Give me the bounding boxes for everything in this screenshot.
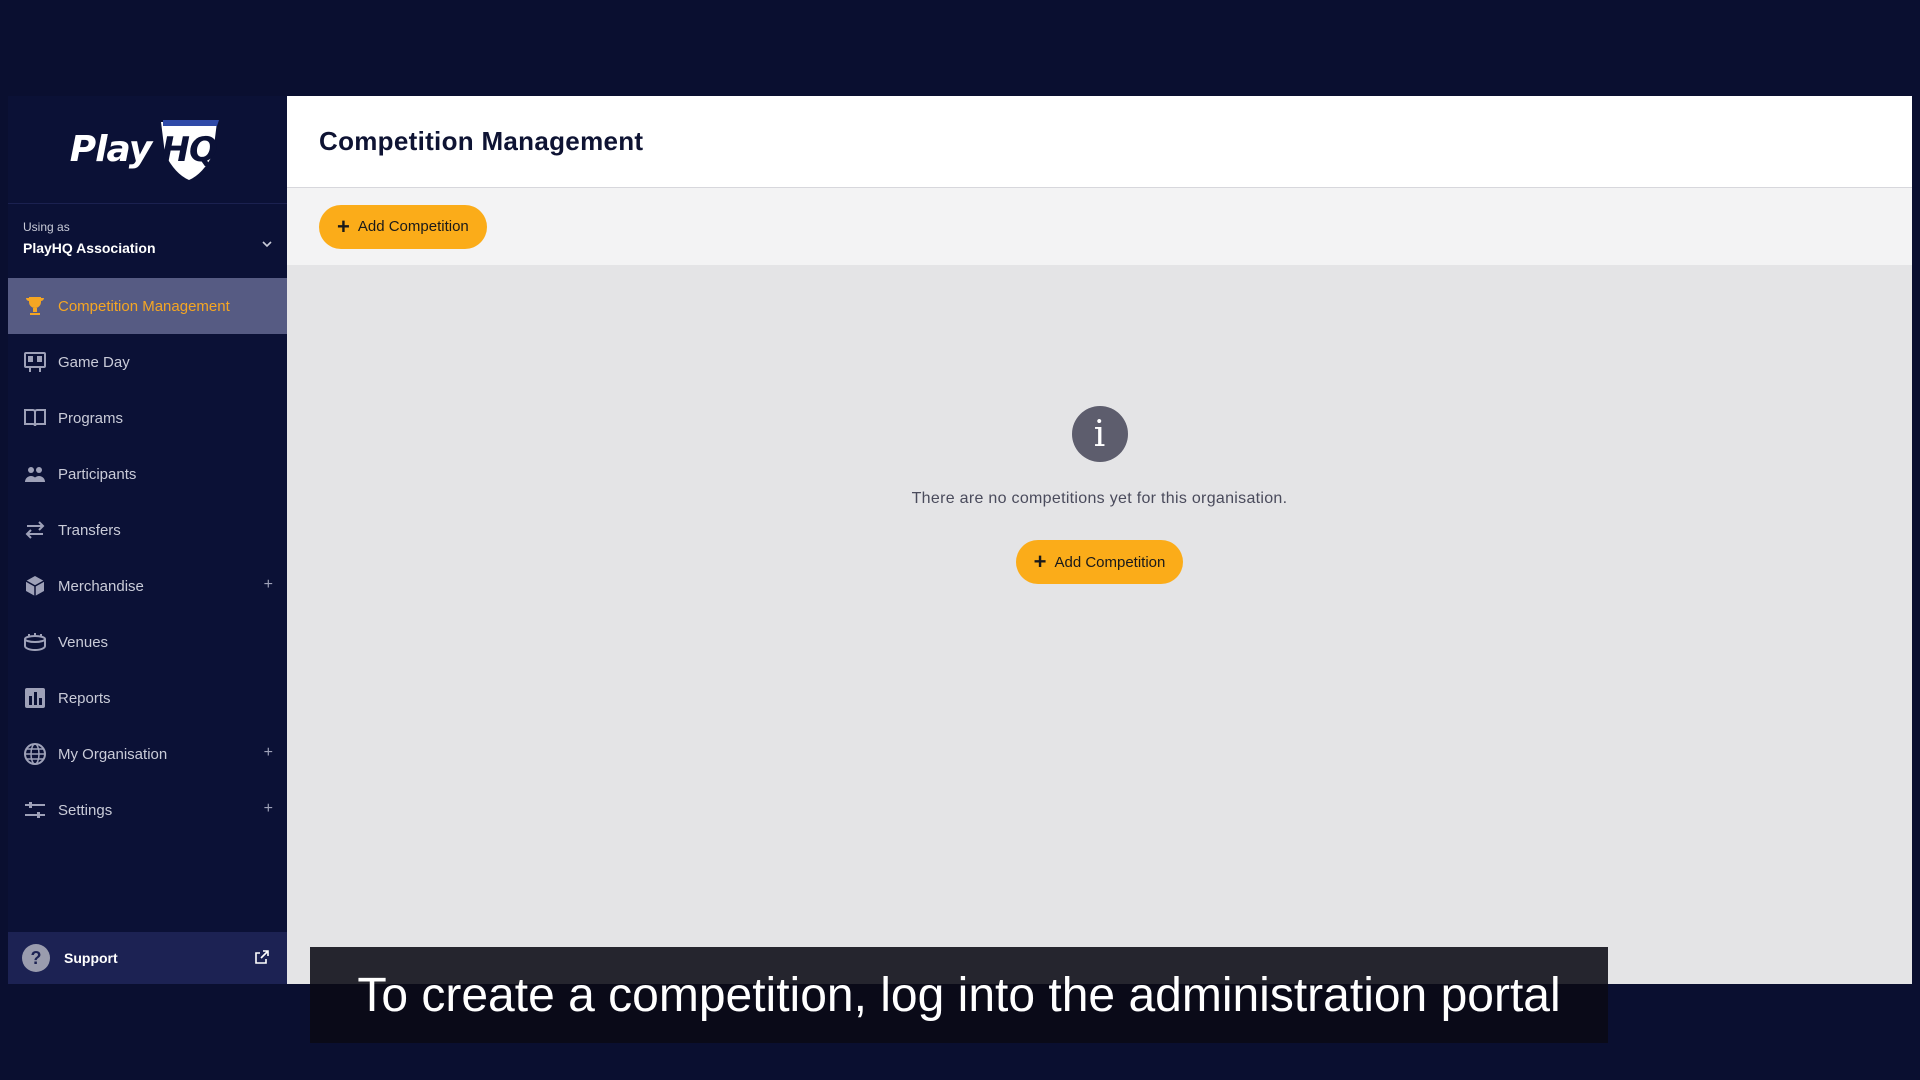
people-icon: [22, 461, 48, 487]
sidebar-item-settings[interactable]: Settings +: [8, 782, 287, 838]
add-competition-label: Add Competition: [357, 218, 469, 235]
add-competition-button[interactable]: + Add Competition: [319, 204, 487, 249]
sidebar-item-participants[interactable]: Participants: [8, 446, 287, 502]
chevron-down-icon: [262, 241, 272, 248]
sidebar-nav: Competition Management Game Day Programs…: [8, 278, 287, 838]
logo-shield-icon: HQ: [153, 118, 225, 182]
sidebar-item-label: Participants: [58, 465, 137, 483]
page-title: Competition Management: [319, 126, 644, 156]
bar-chart-icon: [22, 685, 48, 711]
app-window: Play HQ Using as PlayHQ Association Comp…: [8, 96, 1912, 984]
sidebar-item-label: Reports: [58, 689, 111, 707]
sidebar-item-game-day[interactable]: Game Day: [8, 334, 287, 390]
expand-plus-icon[interactable]: +: [264, 800, 273, 818]
sidebar-item-label: Transfers: [58, 521, 121, 539]
video-caption: To create a competition, log into the ad…: [310, 947, 1608, 1043]
empty-state-message: There are no competitions yet for this o…: [911, 490, 1288, 507]
external-link-icon: [255, 950, 269, 964]
scoreboard-icon: [22, 349, 48, 375]
sidebar-item-label: Settings: [58, 801, 113, 819]
trophy-icon: [22, 293, 48, 319]
sidebar: Play HQ Using as PlayHQ Association Comp…: [8, 96, 287, 984]
sidebar-item-label: Venues: [58, 633, 109, 651]
organisation-switcher[interactable]: Using as PlayHQ Association: [8, 204, 287, 278]
add-competition-label: Add Competition: [1054, 553, 1166, 571]
sidebar-item-label: Competition Management: [58, 297, 230, 315]
sidebar-item-label: My Organisation: [58, 745, 168, 763]
info-icon: i: [1071, 406, 1128, 462]
sidebar-item-reports[interactable]: Reports: [8, 670, 287, 726]
logo-text: Play: [69, 129, 152, 170]
sidebar-item-programs[interactable]: Programs: [8, 390, 287, 446]
sliders-icon: [22, 797, 48, 823]
book-icon: [22, 405, 48, 431]
organisation-name: PlayHQ Association: [23, 240, 156, 256]
transfer-arrows-icon: [22, 517, 48, 543]
sidebar-item-merchandise[interactable]: Merchandise +: [8, 558, 287, 614]
sidebar-item-label: Programs: [58, 409, 124, 427]
logo-mark: HQ: [161, 129, 218, 170]
plus-icon: +: [337, 213, 350, 239]
add-competition-empty-button[interactable]: + Add Competition: [1015, 540, 1184, 584]
support-link[interactable]: ? Support: [8, 932, 287, 984]
main-content: Competition Management + Add Competition…: [287, 96, 1912, 984]
using-as-label: Using as: [23, 220, 70, 234]
box-icon: [22, 573, 48, 599]
page-header: Competition Management: [287, 96, 1912, 188]
sidebar-item-competition-management[interactable]: Competition Management: [8, 278, 287, 334]
sidebar-item-venues[interactable]: Venues: [8, 614, 287, 670]
support-label: Support: [64, 950, 118, 966]
sidebar-item-transfers[interactable]: Transfers: [8, 502, 287, 558]
plus-icon: +: [1033, 549, 1047, 574]
help-icon: ?: [22, 944, 50, 972]
sidebar-item-label: Game Day: [58, 353, 130, 371]
sidebar-item-label: Merchandise: [58, 577, 144, 595]
sidebar-item-my-organisation[interactable]: My Organisation +: [8, 726, 287, 782]
expand-plus-icon[interactable]: +: [264, 744, 273, 762]
empty-state: i There are no competitions yet for this…: [287, 406, 1912, 584]
expand-plus-icon[interactable]: +: [264, 576, 273, 594]
globe-icon: [22, 741, 48, 767]
playhq-logo[interactable]: Play HQ: [8, 96, 287, 204]
toolbar: + Add Competition: [287, 188, 1912, 265]
stadium-icon: [22, 629, 48, 655]
